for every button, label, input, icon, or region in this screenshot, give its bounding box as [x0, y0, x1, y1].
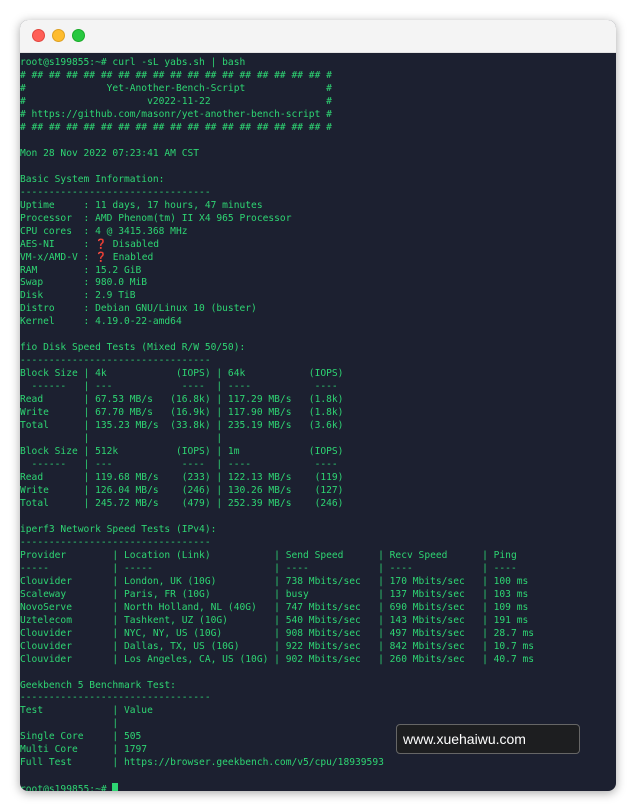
terminal-line: # https://github.com/masonr/yet-another-… — [20, 108, 332, 120]
terminal-line: root@s199855:~# curl -sL yabs.sh | bash — [20, 57, 246, 68]
terminal-line: AES-NI : ❓ Disabled — [20, 238, 160, 250]
terminal-line: | — [20, 718, 119, 730]
terminal-line: Block Size | 512k (IOPS) | 1m (IOPS) — [20, 446, 344, 458]
minimize-button[interactable] — [52, 29, 65, 42]
terminal-line: ------ | --- ---- | ---- ---- — [20, 459, 338, 471]
terminal-line: ------ | --- ---- | ---- ---- — [20, 381, 338, 393]
terminal-line: Swap : 980.0 MiB — [20, 277, 148, 289]
terminal-line: Uptime : 11 days, 17 hours, 47 minutes — [20, 199, 263, 211]
title-bar — [20, 20, 616, 53]
terminal-line: Scaleway | Paris, FR (10G) | busy | 137 … — [20, 588, 529, 600]
terminal-line: Processor : AMD Phenom(tm) II X4 965 Pro… — [20, 212, 292, 224]
terminal-line: Read | 67.53 MB/s (16.8k) | 117.29 MB/s … — [20, 394, 344, 406]
terminal-line: Basic System Information: — [20, 173, 165, 185]
terminal-line: Distro : Debian GNU/Linux 10 (buster) — [20, 303, 257, 315]
terminal-window: root@s199855:~# curl -sL yabs.sh | bash … — [20, 20, 616, 791]
terminal-line: NovoServe | North Holland, NL (40G) | 74… — [20, 601, 529, 613]
terminal-line: VM-x/AMD-V : ❓ Enabled — [20, 251, 154, 263]
terminal-line: ----- | ----- | ---- | ---- | ---- — [20, 562, 517, 574]
terminal-line: Block Size | 4k (IOPS) | 64k (IOPS) — [20, 368, 344, 380]
terminal-line: Provider | Location (Link) | Send Speed … — [20, 549, 517, 561]
terminal-line: # v2022-11-22 # — [20, 95, 332, 107]
terminal-line: | | — [20, 433, 223, 445]
close-button[interactable] — [32, 29, 45, 42]
terminal-line: Read | 119.68 MB/s (233) | 122.13 MB/s (… — [20, 472, 344, 483]
terminal-line: Geekbench 5 Benchmark Test: — [20, 679, 176, 691]
terminal-line: Kernel : 4.19.0-22-amd64 — [20, 316, 182, 328]
terminal-text: root@s199855:~# curl -sL yabs.sh | bash … — [20, 57, 616, 791]
terminal-line: Write | 126.04 MB/s (246) | 130.26 MB/s … — [20, 484, 344, 496]
terminal-line: # Yet-Another-Bench-Script # — [20, 82, 332, 94]
terminal-line: Clouvider | Dallas, TX, US (10G) | 922 M… — [20, 640, 535, 652]
cursor — [112, 783, 119, 791]
terminal-line: Total | 135.23 MB/s (33.8k) | 235.19 MB/… — [20, 420, 344, 432]
terminal-line: Multi Core | 1797 — [20, 744, 148, 756]
terminal-line: Clouvider | Los Angeles, CA, US (10G) | … — [20, 653, 535, 665]
terminal-line: Full Test | https://browser.geekbench.co… — [20, 757, 384, 769]
terminal-line: RAM : 15.2 GiB — [20, 264, 142, 276]
terminal-line: Disk : 2.9 TiB — [20, 290, 136, 302]
terminal-line: Total | 245.72 MB/s (479) | 252.39 MB/s … — [20, 497, 344, 509]
prompt-line: root@s199855:~# — [20, 784, 113, 791]
terminal-line: Clouvider | NYC, NY, US (10G) | 908 Mbit… — [20, 627, 535, 639]
terminal-line: --------------------------------- — [20, 692, 211, 704]
terminal-line: --------------------------------- — [20, 355, 211, 367]
terminal-line: # ## ## ## ## ## ## ## ## ## ## ## ## ##… — [20, 69, 332, 81]
watermark: www.xuehaiwu.com — [396, 724, 580, 754]
terminal-line: Test | Value — [20, 705, 153, 717]
terminal-line: fio Disk Speed Tests (Mixed R/W 50/50): — [20, 342, 246, 354]
terminal-line: CPU cores : 4 @ 3415.368 MHz — [20, 225, 188, 237]
terminal-line: Mon 28 Nov 2022 07:23:41 AM CST — [20, 147, 200, 159]
terminal-line: --------------------------------- — [20, 536, 211, 548]
maximize-button[interactable] — [72, 29, 85, 42]
terminal-line: Write | 67.70 MB/s (16.9k) | 117.90 MB/s… — [20, 407, 344, 419]
terminal-output[interactable]: root@s199855:~# curl -sL yabs.sh | bash … — [20, 57, 616, 791]
terminal-line: Single Core | 505 — [20, 731, 142, 743]
terminal-line: iperf3 Network Speed Tests (IPv4): — [20, 523, 217, 535]
terminal-line: Clouvider | London, UK (10G) | 738 Mbits… — [20, 575, 529, 587]
terminal-line: Uztelecom | Tashkent, UZ (10G) | 540 Mbi… — [20, 614, 529, 626]
terminal-line: # ## ## ## ## ## ## ## ## ## ## ## ## ##… — [20, 121, 332, 133]
terminal-line: --------------------------------- — [20, 186, 211, 198]
